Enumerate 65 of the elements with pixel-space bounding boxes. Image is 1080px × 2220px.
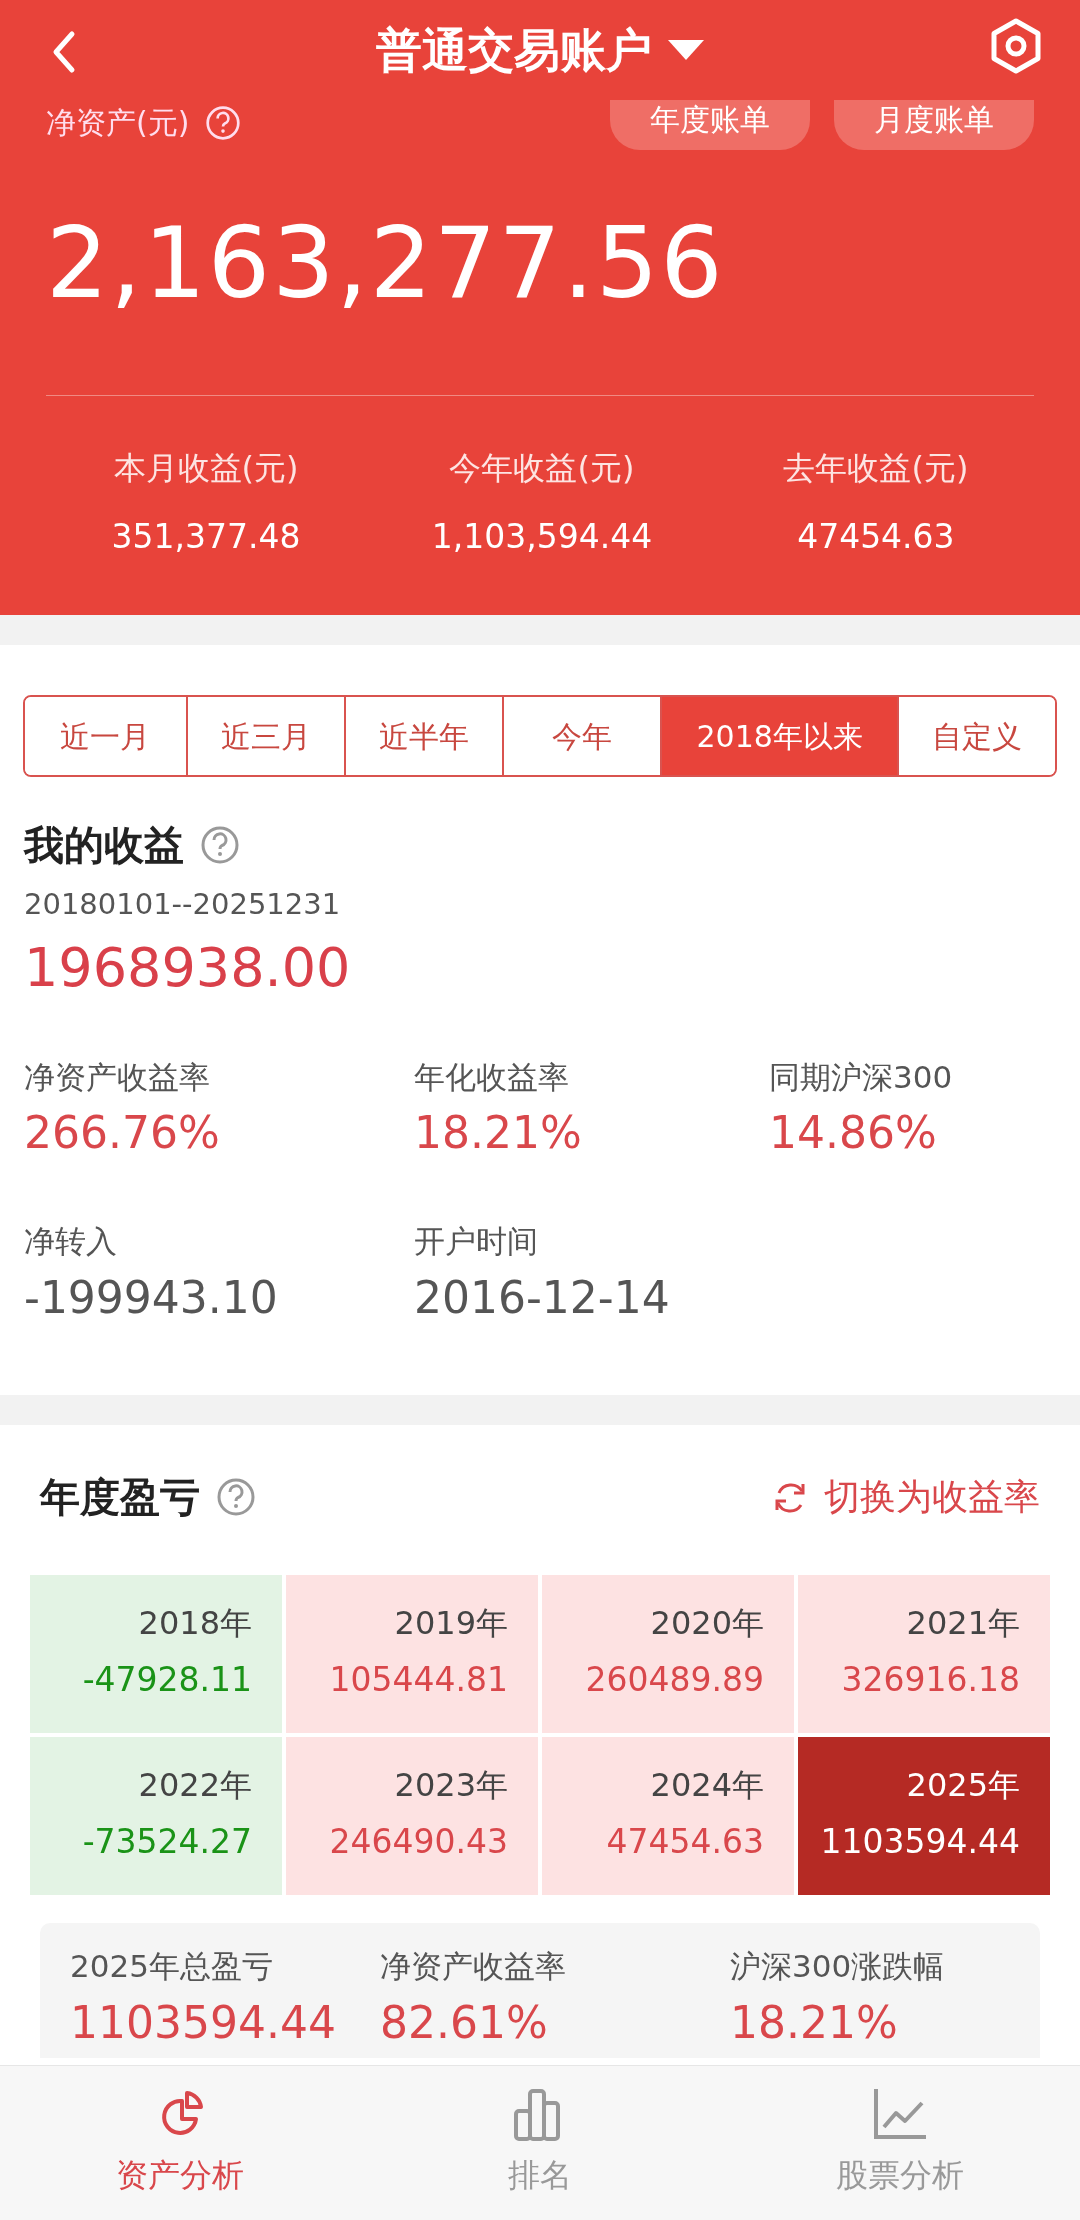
year-label: 2018年 [137, 1603, 252, 1644]
year-value: 246490.43 [328, 1821, 508, 1863]
year-label: 2021年 [905, 1603, 1020, 1644]
profit-amount: 1968938.00 [24, 934, 352, 1001]
year-tile[interactable]: 2023年 246490.43 [286, 1737, 538, 1895]
metric-label: 开户时间 [414, 1222, 539, 1261]
metric-label: 净资产收益率 [24, 1057, 211, 1097]
stat-label: 今年收益(元) [448, 448, 636, 489]
year-label: 2023年 [393, 1765, 508, 1806]
net-asset-value: 2,163,277.56 [46, 205, 726, 322]
year-tile[interactable]: 2024年 47454.63 [542, 1737, 794, 1895]
stat-value: 351,377.48 [111, 516, 301, 558]
summary-value: 1103594.44 [70, 1995, 337, 2050]
year-value: -47928.11 [81, 1659, 252, 1701]
year-value: 1103594.44 [819, 1821, 1020, 1863]
year-label: 2025年 [905, 1765, 1020, 1806]
settings-icon[interactable] [988, 18, 1044, 74]
year-value: 260489.89 [584, 1659, 764, 1701]
summary-label: 沪深300涨跌幅 [730, 1947, 946, 1986]
metric-value: 266.76% [24, 1106, 221, 1160]
year-tile[interactable]: 2021年 326916.18 [798, 1575, 1050, 1733]
metric-label: 同期沪深300 [769, 1057, 954, 1097]
bill-button[interactable]: 年度账单 [610, 100, 810, 150]
period-tab[interactable]: 2018年以来 [662, 697, 899, 775]
help-icon[interactable] [200, 825, 240, 865]
metric-label: 年化收益率 [414, 1057, 570, 1097]
year-tile[interactable]: 2020年 260489.89 [542, 1575, 794, 1733]
summary-value: 82.61% [380, 1995, 549, 2050]
stat-label: 本月收益(元) [112, 448, 300, 489]
year-label: 2022年 [137, 1765, 252, 1806]
metric-value: 2016-12-14 [414, 1270, 671, 1325]
year-value: -73524.27 [81, 1821, 252, 1863]
year-value: 326916.18 [840, 1659, 1020, 1701]
year-tile[interactable]: 2025年 1103594.44 [798, 1737, 1050, 1895]
year-label: 2024年 [649, 1765, 764, 1806]
metric-label: 净转入 [24, 1222, 118, 1261]
label: 净资产(元) [46, 104, 190, 142]
bill-button[interactable]: 月度账单 [834, 100, 1034, 150]
summary-label: 净资产收益率 [380, 1947, 567, 1986]
caret-icon [668, 40, 704, 60]
year-value: 47454.63 [605, 1821, 764, 1863]
nav-tab[interactable]: 排名 [360, 2066, 720, 2220]
metric-value: 18.21% [414, 1106, 583, 1160]
switch-button[interactable]: 切换为收益率 [772, 1470, 1040, 1524]
section-title: 我的收益 [24, 821, 184, 870]
year-label: 2020年 [649, 1603, 764, 1644]
date-range: 20180101--20251231 [24, 886, 342, 923]
nav-tab[interactable]: 股票分析 [720, 2066, 1080, 2220]
year-tile[interactable]: 2022年 -73524.27 [30, 1737, 282, 1895]
nav-tab[interactable]: 资产分析 [0, 2066, 360, 2220]
metric-value: -199943.10 [24, 1270, 279, 1325]
summary-value: 18.21% [730, 1995, 899, 2050]
stat-value: 47454.63 [796, 516, 956, 558]
help-icon[interactable] [216, 1477, 256, 1517]
account-dropdown[interactable]: 普通交易账户 [376, 15, 704, 85]
stat-label: 去年收益(元) [783, 448, 969, 489]
period-tab[interactable]: 近一月 [25, 697, 188, 775]
section-title: 年度盈亏 [40, 1473, 200, 1522]
year-tile[interactable]: 2019年 105444.81 [286, 1575, 538, 1733]
year-value: 105444.81 [328, 1659, 508, 1701]
metric-value: 14.86% [769, 1106, 938, 1160]
stat-value: 1,103,594.44 [431, 516, 653, 558]
summary-label: 2025年总盈亏 [70, 1947, 274, 1986]
year-tile[interactable]: 2018年 -47928.11 [30, 1575, 282, 1733]
year-label: 2019年 [393, 1603, 508, 1644]
